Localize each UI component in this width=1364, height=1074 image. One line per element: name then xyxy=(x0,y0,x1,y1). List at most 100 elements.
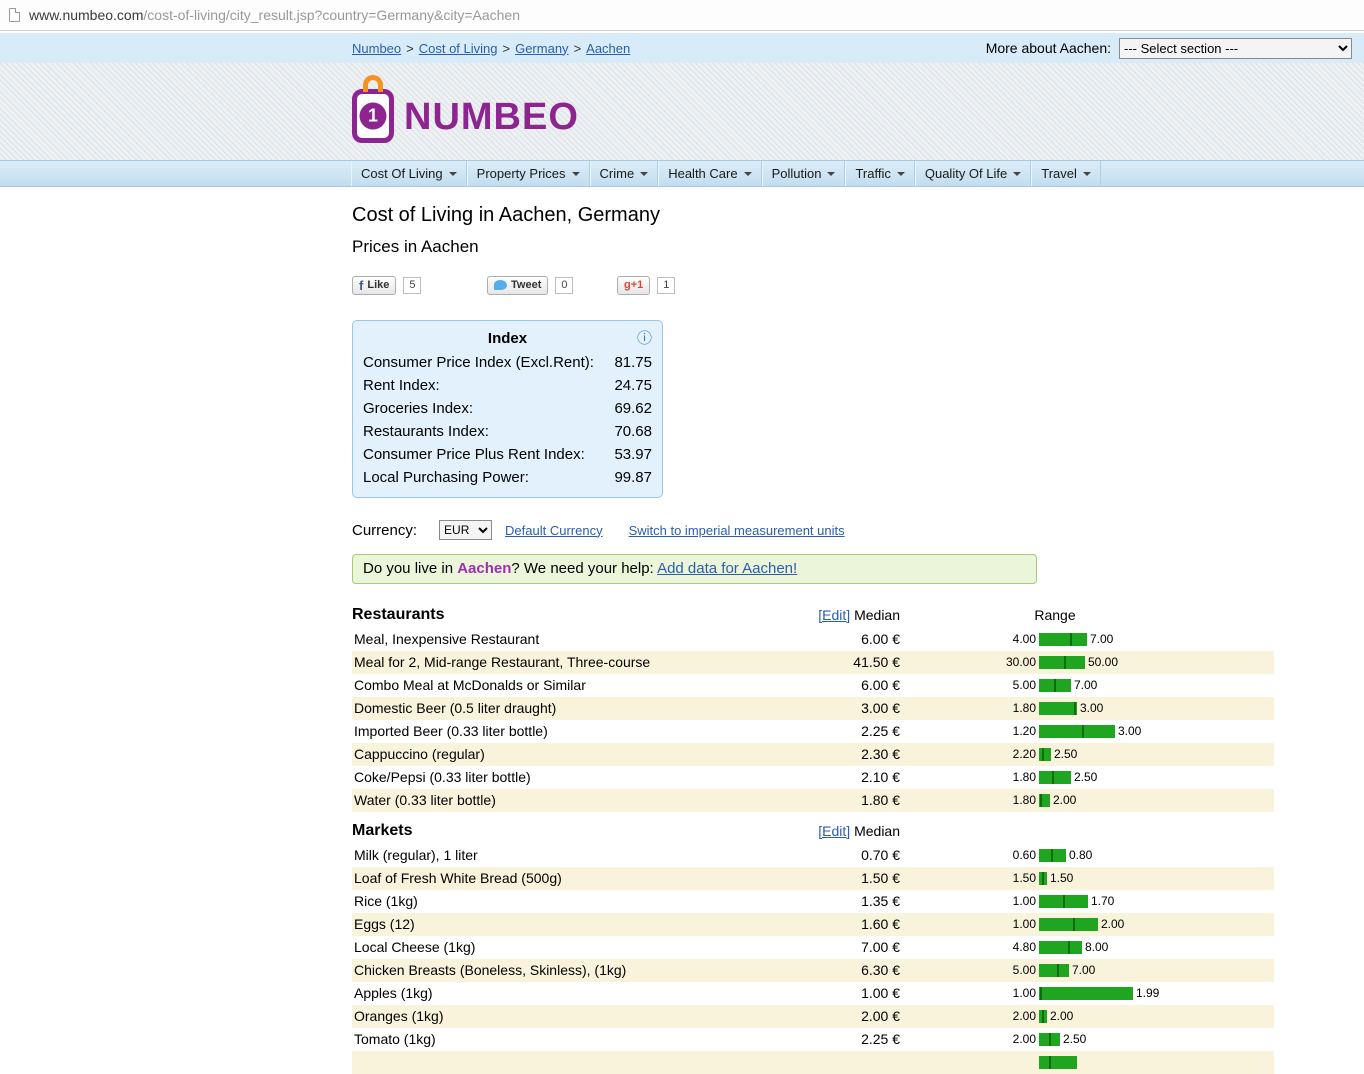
range-cell: 5.00 7.00 xyxy=(980,674,1097,697)
index-row: Consumer Price Plus Rent Index: 53.97 xyxy=(363,443,652,466)
median-line xyxy=(1057,964,1059,977)
section-title: Restaurants xyxy=(352,606,445,623)
browser-address-bar: www.numbeo.com/cost-of-living/city_resul… xyxy=(0,0,1364,31)
nav-menu-item[interactable]: Property Prices xyxy=(466,161,590,186)
facebook-like-button[interactable]: f Like xyxy=(352,275,397,295)
nav-menu-item[interactable]: Pollution xyxy=(761,161,846,186)
median-price: 1.60 € xyxy=(861,916,900,932)
range-high: 7.00 xyxy=(1090,632,1114,646)
range-high: 2.00 xyxy=(1050,1009,1074,1023)
main-content: Cost of Living in Aachen, Germany Prices… xyxy=(352,204,1274,1074)
site-header: 1 NUMBEO xyxy=(0,63,1364,160)
logo-text: NUMBEO xyxy=(404,95,579,138)
index-box-header: Index ⓘ xyxy=(363,327,652,351)
table-row: Domestic Beer (0.5 liter draught) 3.00 €… xyxy=(352,697,1274,720)
range-cell: 2.00 2.00 xyxy=(980,1005,1073,1028)
item-name xyxy=(352,1054,354,1070)
range-bar xyxy=(1039,679,1071,692)
default-currency-link[interactable]: Default Currency xyxy=(505,523,603,538)
nav-menu-item[interactable]: Crime xyxy=(589,161,659,186)
median-price: 2.10 € xyxy=(861,769,900,785)
median-line xyxy=(1054,679,1056,692)
range-cell: 30.00 50.00 xyxy=(980,651,1118,674)
table-row: Loaf of Fresh White Bread (500g) 1.50 € … xyxy=(352,867,1274,890)
bag-handle-icon xyxy=(363,75,383,92)
range-bar xyxy=(1039,794,1050,807)
range-high: 2.00 xyxy=(1053,793,1077,807)
range-cell: 4.00 7.00 xyxy=(980,628,1113,651)
range-low: 1.50 xyxy=(1012,871,1036,885)
table-row: Oranges (1kg) 2.00 € 2.00 2.00 xyxy=(352,1005,1274,1028)
median-price: 6.00 € xyxy=(861,631,900,647)
section-select[interactable]: --- Select section --- xyxy=(1119,37,1352,59)
item-name: Imported Beer (0.33 liter bottle) xyxy=(354,723,548,739)
index-value: 70.68 xyxy=(614,423,652,440)
range-bar xyxy=(1039,1010,1047,1023)
table-row: Coke/Pepsi (0.33 liter bottle) 2.10 € 1.… xyxy=(352,766,1274,789)
range-cell: 1.80 2.50 xyxy=(980,766,1097,789)
info-icon[interactable]: ⓘ xyxy=(637,327,652,351)
gplus-count: 1 xyxy=(657,276,676,294)
nav-menu-item[interactable]: Health Care xyxy=(658,161,762,186)
add-data-link[interactable]: Add data for Aachen! xyxy=(657,560,797,577)
tweet-label: Tweet xyxy=(511,279,542,291)
nav-menu-label: Crime xyxy=(599,166,635,181)
item-name: Eggs (12) xyxy=(354,916,415,932)
index-value: 24.75 xyxy=(614,377,652,394)
range-bar xyxy=(1039,1056,1077,1069)
range-bar xyxy=(1039,771,1071,784)
median-header: [Edit] Median xyxy=(772,602,900,628)
breadcrumb-link[interactable]: Cost of Living xyxy=(419,41,498,56)
breadcrumb-link[interactable]: Aachen xyxy=(586,41,630,56)
range-bar xyxy=(1039,941,1082,954)
range-high: 2.00 xyxy=(1101,917,1125,931)
range-bar xyxy=(1039,987,1133,1000)
range-low: 0.60 xyxy=(1012,848,1036,862)
more-about-group: More about Aachen: --- Select section --… xyxy=(986,33,1352,63)
median-price: 1.50 € xyxy=(861,870,900,886)
table-row xyxy=(352,1051,1274,1074)
range-low: 2.00 xyxy=(1012,1032,1036,1046)
nav-menu-item[interactable]: Traffic xyxy=(845,161,915,186)
range-high: 2.50 xyxy=(1054,747,1078,761)
index-row: Local Purchasing Power: 99.87 xyxy=(363,466,652,489)
range-low: 2.20 xyxy=(1012,747,1036,761)
range-low: 1.80 xyxy=(1012,701,1036,715)
shopping-bag-icon: 1 xyxy=(352,75,394,143)
numbeo-logo[interactable]: 1 NUMBEO xyxy=(352,75,579,143)
imperial-units-link[interactable]: Switch to imperial measurement units xyxy=(629,523,845,538)
range-bar xyxy=(1039,849,1066,862)
chevron-down-icon xyxy=(640,171,649,176)
more-about-label: More about Aachen: xyxy=(985,40,1111,56)
median-line xyxy=(1063,895,1065,908)
nav-menu-label: Property Prices xyxy=(476,166,566,181)
facebook-like-group: f Like 5 xyxy=(352,275,487,295)
range-low: 1.00 xyxy=(1012,894,1036,908)
nav-menu-item[interactable]: Quality Of Life xyxy=(914,161,1032,186)
range-cell xyxy=(980,1051,1080,1074)
like-label: Like xyxy=(367,279,390,291)
breadcrumb-link[interactable]: Germany xyxy=(515,41,568,56)
contribute-city: Aachen xyxy=(457,560,512,577)
median-price: 6.30 € xyxy=(861,962,900,978)
range-high: 7.00 xyxy=(1074,678,1098,692)
range-cell: 1.00 1.99 xyxy=(980,982,1159,1005)
url-text[interactable]: www.numbeo.com/cost-of-living/city_resul… xyxy=(29,7,520,23)
breadcrumb-link[interactable]: Numbeo xyxy=(352,41,401,56)
edit-link[interactable]: [Edit] xyxy=(818,607,850,623)
median-label: Median xyxy=(854,823,900,839)
nav-menu-item[interactable]: Travel xyxy=(1031,161,1101,186)
median-line xyxy=(1040,794,1042,807)
nav-menu-item[interactable]: Cost Of Living xyxy=(351,161,467,186)
table-row: Apples (1kg) 1.00 € 1.00 1.99 xyxy=(352,982,1274,1005)
range-low: 1.00 xyxy=(1012,986,1036,1000)
gplus-button[interactable]: g+1 xyxy=(617,275,651,295)
tweet-button[interactable]: Tweet xyxy=(487,275,549,295)
currency-select[interactable]: EUR xyxy=(439,520,493,540)
item-name: Water (0.33 liter bottle) xyxy=(354,792,496,808)
index-label: Rent Index: xyxy=(363,377,440,394)
table-row: Meal for 2, Mid-range Restaurant, Three-… xyxy=(352,651,1274,674)
median-line xyxy=(1049,1056,1051,1069)
range-low: 4.00 xyxy=(1012,632,1036,646)
edit-link[interactable]: [Edit] xyxy=(818,823,850,839)
